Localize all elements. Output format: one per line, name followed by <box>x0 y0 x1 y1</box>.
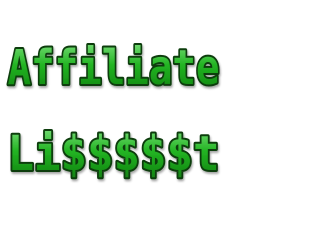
affiliate-list-logo: Affiliate Li$$$$$t <box>6 38 222 184</box>
logo-line-affiliate: Affiliate <box>8 40 220 96</box>
logo-line-list: Li$$$$$t <box>8 126 220 182</box>
